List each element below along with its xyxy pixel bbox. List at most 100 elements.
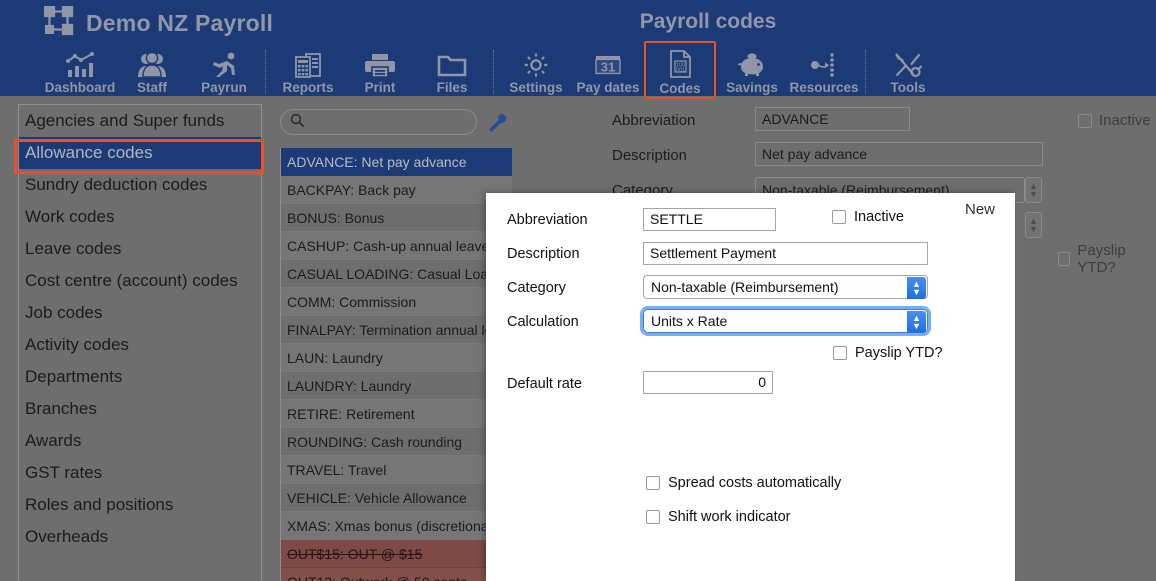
chevron-updown-icon[interactable]: ▲ ▼ (907, 311, 926, 333)
tools-icon (893, 48, 923, 78)
list-item[interactable]: FINALPAY: Termination annual leave (281, 316, 512, 344)
dialog-category-select[interactable]: Non-taxable (Reimbursement) ▲ ▼ (643, 275, 928, 299)
toolbar-label: Files (436, 80, 468, 95)
dialog-default-rate-label: Default rate (507, 376, 582, 392)
sidebar-item-cost-centre-codes[interactable]: Cost centre (account) codes (19, 265, 261, 297)
toolbar-item-codes[interactable]: 100 001 Codes (644, 41, 716, 99)
toolbar-item-files[interactable]: Files (416, 44, 488, 96)
description-field[interactable]: Net pay advance (755, 142, 1043, 166)
dialog-category-value: Non-taxable (Reimbursement) (651, 279, 839, 295)
dialog-description-label: Description (507, 246, 580, 262)
toolbar-divider (493, 50, 495, 94)
sidebar-item-awards[interactable]: Awards (19, 425, 261, 457)
dialog-default-rate-input[interactable]: 0 (643, 371, 773, 394)
sidebar-item-sundry-deduction-codes[interactable]: Sundry deduction codes (19, 169, 261, 201)
calculation-stepper[interactable]: ▲ ▼ (1025, 212, 1042, 238)
toolbar-label: Codes (659, 81, 701, 96)
abbreviation-field[interactable]: ADVANCE (755, 107, 910, 131)
dialog-payslip-ytd-label: Payslip YTD? (855, 345, 943, 361)
wrench-icon[interactable] (487, 112, 509, 134)
checkbox-box[interactable] (833, 346, 847, 360)
dialog-calculation-value: Units x Rate (651, 313, 728, 329)
toolbar-label: Tools (890, 80, 926, 95)
sidebar-item-roles-and-positions[interactable]: Roles and positions (19, 489, 261, 521)
toolbar-label: Resources (789, 80, 859, 95)
list-item[interactable]: XMAS: Xmas bonus (discretionary) (281, 512, 512, 540)
sidebar-item-departments[interactable]: Departments (19, 361, 261, 393)
list-item[interactable]: LAUNDRY: Laundry (281, 372, 512, 400)
code-list-column: ADVANCE: Net pay advance BACKPAY: Back p… (280, 104, 512, 581)
list-item[interactable]: OUT13: Outwork @ 50 cents (281, 568, 512, 581)
sidebar-item-overheads[interactable]: Overheads (19, 521, 261, 553)
checkbox-box[interactable] (1078, 113, 1092, 128)
network-share-icon (807, 48, 841, 78)
dialog-spread-costs-label: Spread costs automatically (668, 475, 842, 491)
checkbox-box[interactable] (832, 210, 846, 224)
chart-bars-icon (65, 48, 95, 78)
sidebar-item-gst-rates[interactable]: GST rates (19, 457, 261, 489)
sidebar-item-allowance-codes[interactable]: Allowance codes (19, 137, 261, 169)
list-item[interactable]: OUT$15: OUT @ $15 (281, 540, 512, 568)
toolbar-item-print[interactable]: Print (344, 44, 416, 96)
inactive-label: Inactive (1099, 112, 1151, 129)
main-toolbar: Dashboard Staff Payrun Reports Print Fil… (44, 41, 944, 99)
toolbar-divider (865, 50, 867, 94)
list-item[interactable]: VEHICLE: Vehicle Allowance (281, 484, 512, 512)
toolbar-item-reports[interactable]: Reports (272, 44, 344, 96)
toolbar-item-settings[interactable]: Settings (500, 44, 572, 96)
list-item[interactable]: BONUS: Bonus (281, 204, 512, 232)
toolbar-item-payrun[interactable]: Payrun (188, 44, 260, 96)
binary-document-icon: 100 001 (665, 49, 695, 79)
page-title: Payroll codes (639, 10, 777, 33)
list-item[interactable]: COMM: Commission (281, 288, 512, 316)
calendar-31-icon: 31 (591, 48, 625, 78)
toolbar-item-dashboard[interactable]: Dashboard (44, 44, 116, 96)
list-item[interactable]: LAUN: Laundry (281, 344, 512, 372)
list-item[interactable]: ADVANCE: Net pay advance (281, 148, 512, 176)
toolbar-item-tools[interactable]: Tools (872, 44, 944, 96)
inactive-checkbox[interactable]: Inactive (1078, 112, 1151, 129)
abbreviation-label: Abbreviation (612, 112, 696, 129)
list-item[interactable]: CASUAL LOADING: Casual Loading (281, 260, 512, 288)
code-list[interactable]: ADVANCE: Net pay advance BACKPAY: Back p… (280, 148, 512, 581)
toolbar-item-savings[interactable]: Savings (716, 44, 788, 96)
list-item[interactable]: BACKPAY: Back pay (281, 176, 512, 204)
dialog-inactive-label: Inactive (854, 209, 904, 225)
category-sidebar[interactable]: Agencies and Super funds Allowance codes… (18, 104, 262, 581)
description-label: Description (612, 147, 688, 164)
sidebar-item-job-codes[interactable]: Job codes (19, 297, 261, 329)
dialog-abbreviation-input[interactable]: SETTLE (643, 208, 776, 231)
list-item[interactable]: ROUNDING: Cash rounding (281, 428, 512, 456)
sidebar-item-activity-codes[interactable]: Activity codes (19, 329, 261, 361)
dialog-calculation-select[interactable]: Units x Rate ▲ ▼ (640, 306, 931, 336)
new-allowance-code-dialog: New Abbreviation SETTLE Inactive Descrip… (486, 193, 1015, 581)
dialog-spread-costs-checkbox[interactable]: Spread costs automatically (646, 475, 841, 491)
dialog-description-input[interactable]: Settlement Payment (643, 242, 928, 265)
chevron-updown-icon[interactable]: ▲ ▼ (907, 277, 926, 299)
dialog-inactive-checkbox[interactable]: Inactive (832, 209, 904, 225)
list-item[interactable]: CASHUP: Cash-up annual leave (281, 232, 512, 260)
app-header: Demo NZ Payroll Payroll codes Dashboard (0, 0, 1156, 99)
search-input[interactable] (309, 113, 473, 131)
sidebar-item-work-codes[interactable]: Work codes (19, 201, 261, 233)
toolbar-label: Staff (137, 80, 167, 95)
toolbar-item-pay-dates[interactable]: 31 Pay dates (572, 44, 644, 96)
sidebar-item-agencies-and-super-funds[interactable]: Agencies and Super funds (19, 105, 261, 137)
checkbox-box[interactable] (1058, 252, 1071, 266)
list-item[interactable]: TRAVEL: Travel (281, 456, 512, 484)
svg-text:31: 31 (601, 60, 615, 75)
dialog-payslip-ytd-checkbox[interactable]: Payslip YTD? (833, 345, 943, 361)
checkbox-box[interactable] (646, 476, 660, 490)
dialog-shift-work-checkbox[interactable]: Shift work indicator (646, 509, 791, 525)
category-stepper[interactable]: ▲ ▼ (1025, 177, 1042, 203)
toolbar-item-staff[interactable]: Staff (116, 44, 188, 96)
search-box[interactable] (280, 109, 477, 135)
checkbox-box[interactable] (646, 510, 660, 524)
payslip-ytd-checkbox[interactable]: Payslip YTD? (1058, 242, 1156, 276)
folder-icon (437, 48, 467, 78)
sidebar-item-branches[interactable]: Branches (19, 393, 261, 425)
list-item[interactable]: RETIRE: Retirement (281, 400, 512, 428)
dialog-category-label: Category (507, 280, 566, 296)
sidebar-item-leave-codes[interactable]: Leave codes (19, 233, 261, 265)
toolbar-item-resources[interactable]: Resources (788, 44, 860, 96)
